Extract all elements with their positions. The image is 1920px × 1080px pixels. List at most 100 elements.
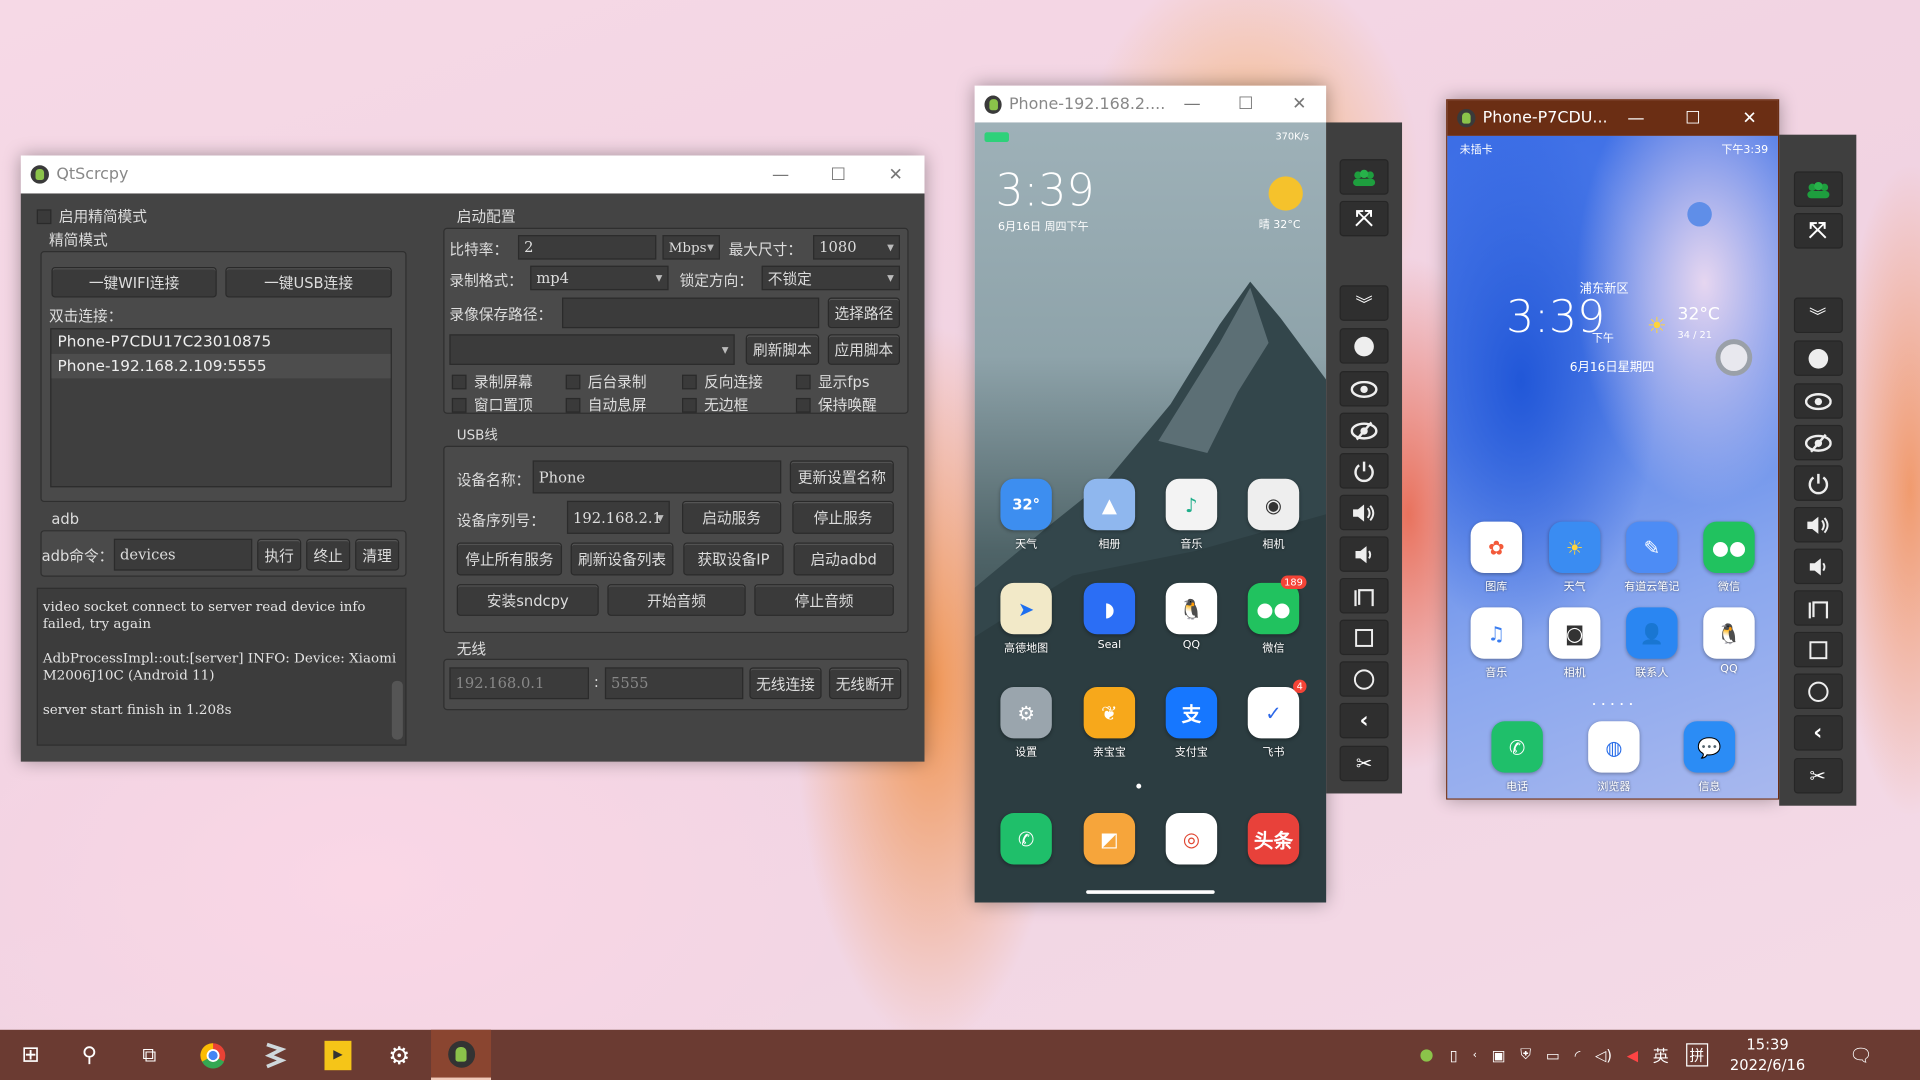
wifi-tray-icon[interactable]: ◜ [1575, 1046, 1581, 1063]
wifi-connect-button[interactable]: 一键WIFI连接 [51, 266, 217, 298]
app-icon-相机[interactable]: ◉ 相机 [1237, 478, 1310, 551]
app-icon-Seal[interactable]: ◗ Seal [1073, 582, 1146, 651]
apply-script-button[interactable]: 应用脚本 [827, 334, 901, 365]
home-circle-button[interactable] [1793, 673, 1843, 709]
taskbar-settings-button[interactable]: ⚙ [370, 1030, 429, 1080]
app-icon-飞书[interactable]: ✓ 4 飞书 [1237, 679, 1310, 759]
security-tray-icon[interactable]: ▣ [1492, 1046, 1506, 1063]
show-touches-button[interactable] [1339, 371, 1389, 407]
title-bar[interactable]: Phone-P7CDU... — ☐ ✕ [1447, 100, 1778, 136]
back-button[interactable]: ‹ [1793, 715, 1843, 751]
qtscrcpy-tray-icon[interactable] [1420, 1048, 1433, 1062]
option-checkbox[interactable]: 无边框 [682, 394, 748, 415]
app-icon-高德地图[interactable]: ➤ 高德地图 [989, 582, 1062, 655]
minimize-button[interactable]: — [1165, 94, 1219, 114]
app-icon-天气[interactable]: ☀ 天气 [1538, 521, 1611, 594]
app-icon-相机[interactable]: ◙ 相机 [1538, 607, 1611, 680]
checkbox-box[interactable] [795, 397, 811, 413]
option-checkbox[interactable]: 录制屏幕 [451, 371, 533, 392]
stop-service-button[interactable]: 停止服务 [792, 500, 894, 534]
app-switch-button[interactable] [1793, 590, 1843, 626]
usb-tray-icon[interactable]: ▯ [1450, 1046, 1458, 1063]
wireless-connect-button[interactable]: 无线连接 [749, 667, 822, 700]
close-button[interactable]: ✕ [867, 165, 925, 185]
record-path-input[interactable] [562, 297, 820, 329]
app-icon-浏览器[interactable]: ◍ 浏览器 [1577, 721, 1650, 793]
chevron-tray-icon[interactable]: ‹ [1473, 1049, 1477, 1061]
show-touches-button[interactable] [1793, 383, 1843, 419]
taskbar-task-view-button[interactable]: ⧉ [120, 1030, 179, 1080]
device-list-item[interactable]: Phone-192.168.2.109:5555 [51, 353, 391, 379]
option-checkbox[interactable]: 自动息屏 [565, 394, 647, 415]
app-icon-QQ[interactable]: 🐧 QQ [1692, 607, 1765, 676]
checkbox-box[interactable] [682, 374, 697, 389]
app-icon-音乐[interactable]: ♪ 音乐 [1155, 478, 1228, 551]
taskbar-search-button[interactable]: ⚲ [60, 1030, 119, 1080]
bitrate-input[interactable]: 2 [517, 235, 657, 260]
screenshot-button[interactable]: ✂ [1793, 757, 1843, 794]
log-output[interactable]: video socket connect to server read devi… [36, 587, 407, 746]
app-icon-亲宝宝[interactable]: ❦ 亲宝宝 [1073, 686, 1146, 759]
bitrate-unit-select[interactable]: Mbps [662, 235, 721, 260]
script-select[interactable] [449, 334, 735, 365]
floating-assist-ball[interactable] [1715, 339, 1753, 376]
adb-stop-button[interactable]: 终止 [306, 538, 351, 571]
app-icon-支付宝[interactable]: 支支付宝 [1155, 686, 1228, 759]
lock-orientation-select[interactable]: 不锁定 [761, 265, 901, 291]
stop-all-services-button[interactable]: 停止所有服务 [456, 542, 563, 576]
maximize-button[interactable]: ☐ [1219, 94, 1273, 114]
expand-notification-button[interactable]: ︾ [1339, 285, 1389, 321]
battery-tray-icon[interactable]: ▭ [1546, 1046, 1560, 1063]
adb-command-input[interactable]: devices [113, 538, 253, 571]
start-adbd-button[interactable]: 启动adbd [793, 542, 894, 576]
simple-mode-checkbox[interactable]: 启用精简模式 [36, 206, 147, 227]
option-checkbox[interactable]: 后台录制 [565, 371, 647, 392]
wireless-port-input[interactable]: 5555 [604, 667, 744, 700]
back-button[interactable]: ‹ [1339, 702, 1389, 739]
screen-off-button[interactable] [1793, 340, 1843, 376]
close-button[interactable]: ✕ [1273, 94, 1327, 114]
ime-mode-icon[interactable]: 拼 [1685, 1043, 1708, 1067]
device-name-input[interactable]: Phone [532, 460, 782, 494]
minimize-button[interactable]: — [1608, 108, 1665, 128]
checkbox-box[interactable] [565, 397, 581, 413]
usb-connect-button[interactable]: 一键USB连接 [225, 266, 392, 298]
power-button[interactable] [1339, 453, 1389, 489]
notification-center-icon[interactable]: 🗨 [1849, 1044, 1872, 1066]
fullscreen-button[interactable]: ⤧ [1793, 213, 1843, 249]
home-button[interactable] [1793, 631, 1843, 668]
taskbar-qtscrcpy-button[interactable] [431, 1029, 492, 1080]
app-icon-天气[interactable]: 32° 天气 [989, 478, 1062, 551]
shield-tray-icon[interactable]: ⛨ [1520, 1046, 1531, 1064]
group-control-button[interactable] [1339, 159, 1389, 195]
record-format-select[interactable]: mp4 [530, 265, 669, 291]
alert-tray-icon[interactable]: ◀ [1627, 1046, 1638, 1063]
taskbar-start-button[interactable]: ⊞ [1, 1030, 60, 1080]
taskbar-player-button[interactable]: ▶ [309, 1030, 368, 1080]
app-icon-微信[interactable]: ●● 189 微信 [1237, 575, 1310, 655]
volume-up-button[interactable] [1793, 506, 1843, 543]
checkbox-box[interactable] [36, 208, 52, 224]
device-list-item[interactable]: Phone-P7CDU17C23010875 [51, 329, 390, 353]
wireless-ip-input[interactable]: 192.168.0.1 [449, 667, 589, 700]
app-icon-微信[interactable]: ●● 微信 [1692, 521, 1765, 594]
adb-execute-button[interactable]: 执行 [257, 538, 302, 571]
gesture-bar[interactable] [1086, 890, 1215, 894]
title-bar[interactable]: QtScrcpy — ☐ ✕ [20, 155, 925, 194]
start-audio-button[interactable]: 开始音频 [607, 584, 746, 616]
serial-select[interactable]: 192.168.2.1 [566, 500, 670, 534]
system-tray[interactable]: ▯ ‹ ▣ ⛨ ▭ ◜ ◁) ◀ 英 拼 15:39 2022/6/16 🗨 [1420, 1030, 1873, 1080]
app-icon-QQ[interactable]: 🐧 QQ [1155, 582, 1228, 651]
checkbox-box[interactable] [451, 397, 467, 413]
app-icon-音乐[interactable]: ♫ 音乐 [1460, 607, 1533, 680]
app-icon-联系人[interactable]: 👤 联系人 [1615, 607, 1688, 680]
app-switch-button[interactable] [1339, 577, 1389, 614]
taskbar-chrome-button[interactable] [184, 1030, 243, 1080]
option-checkbox[interactable]: 窗口置顶 [451, 394, 533, 415]
volume-down-button[interactable] [1793, 548, 1843, 585]
app-icon-相册[interactable]: ▲ 相册 [1073, 478, 1146, 551]
get-device-ip-button[interactable]: 获取设备IP [683, 542, 784, 576]
hide-touches-button[interactable] [1339, 412, 1389, 449]
clock[interactable]: 15:39 2022/6/16 [1730, 1034, 1805, 1076]
power-button[interactable] [1793, 465, 1843, 501]
